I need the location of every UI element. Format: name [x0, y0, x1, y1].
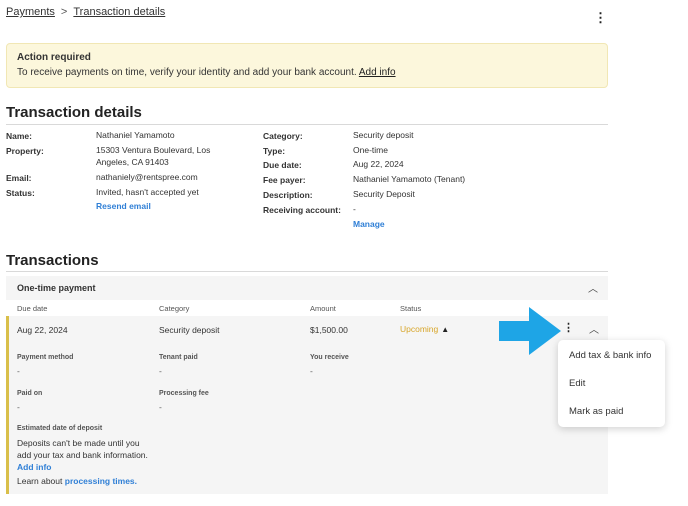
add-info-link[interactable]: Add info [17, 462, 51, 472]
due-date-label: Due date: [263, 160, 302, 170]
divider [6, 271, 608, 272]
row-accent-bar [6, 316, 9, 494]
processing-times-line: Learn about processing times. [17, 475, 137, 487]
col-status: Status [400, 304, 422, 313]
processing-fee-value: - [159, 402, 162, 412]
type-value: One-time [353, 145, 388, 155]
alert-title: Action required [17, 52, 91, 63]
paid-on-value: - [17, 402, 20, 412]
name-value: Nathaniel Yamamoto [96, 130, 175, 140]
col-category: Category [159, 304, 190, 313]
estimated-deposit-line1: Deposits can't be made until you [17, 438, 140, 448]
row-more-options-icon[interactable]: ⋮ [563, 323, 574, 334]
tenant-paid-value: - [159, 366, 162, 376]
warning-icon: ▲ [441, 324, 450, 334]
you-receive-value: - [310, 366, 313, 376]
description-value: Security Deposit [353, 189, 415, 199]
email-label: Email: [6, 173, 32, 183]
transactions-heading: Transactions [6, 252, 99, 269]
row-actions-menu: Add tax & bank info Edit Mark as paid [558, 340, 665, 427]
name-label: Name: [6, 131, 32, 141]
pointer-arrow-icon [499, 307, 561, 355]
property-value-line2: Angeles, CA 91403 [96, 157, 169, 167]
resend-email-link[interactable]: Resend email [96, 201, 151, 211]
row-amount: $1,500.00 [310, 325, 348, 335]
manage-link[interactable]: Manage [353, 219, 385, 229]
paid-on-label: Paid on [17, 390, 43, 397]
menu-item-edit[interactable]: Edit [569, 378, 585, 389]
estimated-deposit-line2: add your tax and bank information. [17, 450, 148, 460]
payment-method-value: - [17, 366, 20, 376]
fee-payer-label: Fee payer: [263, 175, 306, 185]
status-badge: Upcoming ▲ [400, 324, 449, 334]
alert-message-line: To receive payments on time, verify your… [17, 67, 597, 78]
alert-message: To receive payments on time, verify your… [17, 67, 357, 78]
row-category: Security deposit [159, 325, 220, 335]
breadcrumb-transaction-details[interactable]: Transaction details [73, 6, 165, 18]
category-value: Security deposit [353, 130, 414, 140]
receiving-account-label: Receiving account: [263, 205, 341, 215]
one-time-payment-header[interactable]: One-time payment ︿ [6, 276, 608, 300]
you-receive-label: You receive [310, 354, 349, 361]
row-chevron-up-icon[interactable]: ︿ [589, 321, 599, 336]
property-value-line1: 15303 Ventura Boulevard, Los [96, 145, 211, 155]
estimated-deposit-label: Estimated date of deposit [17, 425, 103, 432]
col-amount: Amount [310, 304, 336, 313]
menu-item-mark-as-paid[interactable]: Mark as paid [569, 406, 623, 417]
processing-times-link[interactable]: processing times. [65, 476, 137, 486]
breadcrumb: Payments > Transaction details [6, 6, 165, 18]
action-required-alert: Action required To receive payments on t… [6, 43, 608, 88]
category-label: Category: [263, 131, 303, 141]
learn-about-text: Learn about [17, 476, 63, 486]
receiving-account-value: - [353, 204, 356, 214]
tenant-paid-label: Tenant paid [159, 354, 198, 361]
fee-payer-value: Nathaniel Yamamoto (Tenant) [353, 174, 466, 184]
breadcrumb-payments[interactable]: Payments [6, 6, 55, 18]
processing-fee-label: Processing fee [159, 390, 209, 397]
menu-item-add-tax-bank-info[interactable]: Add tax & bank info [569, 350, 651, 361]
section-title: One-time payment [17, 283, 96, 293]
status-label: Status: [6, 188, 35, 198]
row-due-date: Aug 22, 2024 [17, 325, 68, 335]
property-label: Property: [6, 146, 44, 156]
status-upcoming: Upcoming [400, 324, 439, 334]
transaction-details-heading: Transaction details [6, 104, 142, 121]
email-value: nathaniely@rentspree.com [96, 172, 198, 182]
due-date-value: Aug 22, 2024 [353, 159, 404, 169]
more-options-icon[interactable]: ⋮ [594, 11, 607, 24]
type-label: Type: [263, 146, 286, 156]
chevron-right-icon: > [60, 6, 68, 18]
alert-add-info-link[interactable]: Add info [359, 67, 396, 78]
divider [6, 124, 608, 125]
status-value: Invited, hasn't accepted yet [96, 187, 199, 197]
chevron-up-icon[interactable]: ︿ [588, 280, 598, 295]
payment-method-label: Payment method [17, 354, 74, 361]
col-due-date: Due date [17, 304, 48, 313]
description-label: Description: [263, 190, 313, 200]
